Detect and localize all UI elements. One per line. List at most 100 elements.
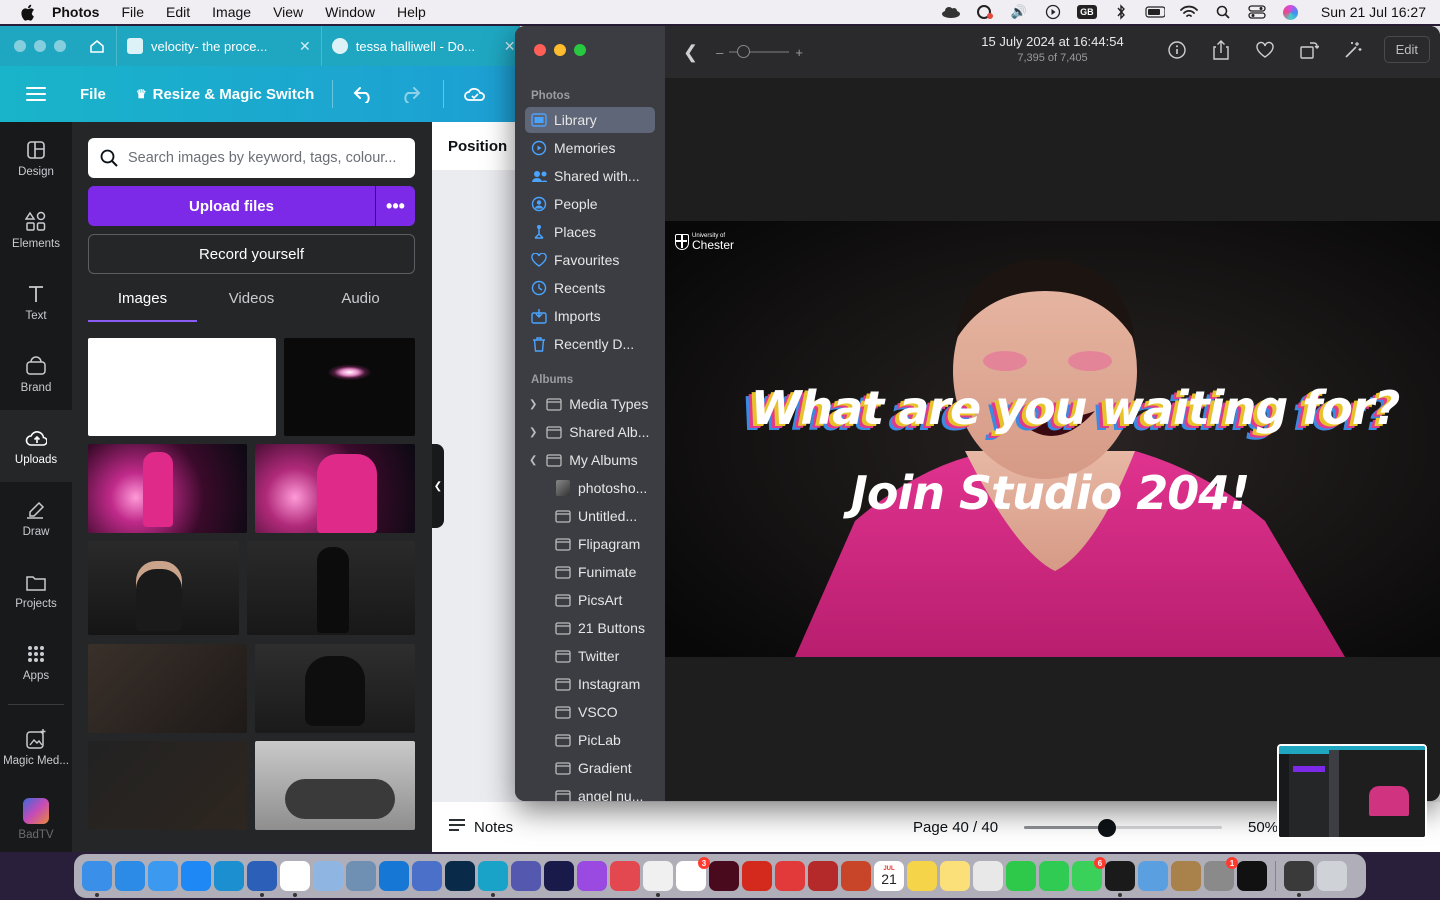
search-box[interactable]: Search images by keyword, tags, colour..…	[88, 138, 415, 178]
close-icon[interactable]: ✕	[504, 38, 516, 55]
photo-zoom-slider[interactable]: – +	[716, 45, 803, 60]
album-item[interactable]: Twitter	[549, 643, 659, 669]
dock-reminders-icon[interactable]: 3	[676, 857, 710, 891]
more-options-icon[interactable]: •••	[376, 186, 415, 226]
menu-image[interactable]: Image	[212, 4, 251, 20]
redo-icon[interactable]	[397, 81, 423, 107]
close-icon[interactable]: ✕	[299, 38, 311, 55]
siri-icon[interactable]	[1281, 4, 1301, 20]
menu-app-name[interactable]: Photos	[52, 4, 99, 20]
rotate-icon[interactable]	[1296, 37, 1322, 63]
dock-finder-icon[interactable]	[82, 861, 112, 897]
rail-text[interactable]: Text	[0, 266, 72, 338]
close-dot-icon[interactable]	[14, 40, 26, 52]
photo-image[interactable]: University of Chester What are you waiti…	[665, 221, 1440, 657]
collapse-panel-handle[interactable]: ❮	[432, 444, 444, 528]
dock-notes-icon[interactable]	[940, 861, 970, 891]
chevron-down-icon[interactable]: ❮	[529, 455, 540, 466]
dock-airmail-icon[interactable]	[775, 861, 805, 891]
share-icon[interactable]	[1208, 37, 1234, 63]
sidebar-item-imports[interactable]: Imports	[525, 303, 655, 329]
dock-system-settings-icon[interactable]: 1	[1204, 857, 1238, 891]
resize-button[interactable]: ♛ Resize & Magic Switch	[136, 86, 314, 103]
album-item[interactable]: Flipagram	[549, 531, 659, 557]
sidebar-item-places[interactable]: Places	[525, 219, 655, 245]
rail-design[interactable]: Design	[0, 122, 72, 194]
album-item[interactable]: Untitled...	[549, 503, 659, 529]
dock-screenshot-icon[interactable]	[1284, 861, 1314, 897]
undo-icon[interactable]	[351, 81, 377, 107]
page-indicator[interactable]: Page 40 / 40	[913, 819, 998, 836]
screenshot-thumbnail[interactable]	[1277, 744, 1427, 839]
minimize-button-icon[interactable]	[554, 44, 566, 56]
wifi-icon[interactable]	[1179, 4, 1199, 20]
play-icon[interactable]	[1043, 4, 1063, 20]
dock-facetime-icon[interactable]	[1006, 861, 1036, 891]
dock-app-store-icon[interactable]	[181, 861, 211, 891]
dock-archive-icon[interactable]	[1171, 861, 1201, 891]
album-item[interactable]: Funimate	[549, 559, 659, 585]
minimize-dot-icon[interactable]	[34, 40, 46, 52]
album-item[interactable]: Gradient	[549, 755, 659, 781]
upload-thumbnail[interactable]	[284, 338, 415, 436]
volume-icon[interactable]: 🔊	[1009, 4, 1029, 20]
dock-photos-icon[interactable]	[643, 861, 673, 897]
tab-tessa[interactable]: tessa halliwell - Do... ✕	[320, 26, 526, 66]
zoom-knob[interactable]	[737, 45, 751, 58]
edit-button[interactable]: Edit	[1383, 36, 1430, 63]
dock-sphere-icon[interactable]	[412, 861, 442, 891]
close-button-icon[interactable]	[534, 44, 546, 56]
dock-photoshop-icon[interactable]	[445, 861, 475, 891]
rail-uploads[interactable]: Uploads	[0, 410, 72, 482]
sidebar-item-shared-with-you[interactable]: Shared with...	[525, 163, 655, 189]
chevron-right-icon[interactable]: ❯	[529, 427, 540, 438]
dock-canva-icon[interactable]	[478, 861, 508, 897]
dock-teams-icon[interactable]	[511, 861, 541, 891]
rail-draw[interactable]: Draw	[0, 482, 72, 554]
sidebar-item-recently-deleted[interactable]: Recently D...	[525, 331, 655, 357]
sidebar-item-memories[interactable]: Memories	[525, 135, 655, 161]
upload-thumbnail[interactable]	[88, 444, 247, 533]
zoom-out-icon[interactable]: –	[716, 45, 723, 60]
dock-outlook-icon[interactable]	[379, 861, 409, 891]
rail-projects[interactable]: Projects	[0, 554, 72, 626]
upload-thumbnail[interactable]	[255, 444, 415, 533]
chevron-right-icon[interactable]: ❯	[529, 399, 540, 410]
sidebar-item-recents[interactable]: Recents	[525, 275, 655, 301]
apple-menu-icon[interactable]	[18, 3, 36, 21]
album-item[interactable]: Instagram	[549, 671, 659, 697]
album-item[interactable]: VSCO	[549, 699, 659, 725]
dock-podcasts-icon[interactable]	[577, 861, 607, 891]
dock-powerpoint-icon[interactable]	[841, 861, 871, 891]
rail-badtv[interactable]: BadTV	[0, 783, 72, 855]
rail-brand[interactable]: Brand	[0, 338, 72, 410]
creative-cloud-icon[interactable]	[975, 4, 995, 20]
zoom-button-icon[interactable]	[574, 44, 586, 56]
album-item[interactable]: 21 Buttons	[549, 615, 659, 641]
upload-thumbnail[interactable]	[255, 741, 415, 830]
upload-thumbnail[interactable]	[247, 541, 415, 635]
heart-icon[interactable]	[1252, 37, 1278, 63]
cloud-saved-icon[interactable]	[462, 81, 488, 107]
album-item[interactable]: angel nu...	[549, 783, 659, 801]
album-item[interactable]: PicsArt	[549, 587, 659, 613]
dock-safari-icon[interactable]	[115, 861, 145, 891]
upload-thumbnail[interactable]	[88, 338, 276, 436]
search-input[interactable]: Search images by keyword, tags, colour..…	[128, 150, 396, 166]
zoom-in-icon[interactable]: +	[795, 45, 803, 60]
tab-videos[interactable]: Videos	[197, 284, 306, 322]
menu-file[interactable]: File	[121, 4, 144, 20]
dock-preview-icon[interactable]	[313, 861, 343, 891]
menubar-clock[interactable]: Sun 21 Jul 16:27	[1321, 4, 1426, 20]
sidebar-item-people[interactable]: People	[525, 191, 655, 217]
back-icon[interactable]: ❮	[683, 42, 698, 63]
hamburger-menu-icon[interactable]	[26, 87, 46, 101]
upload-thumbnail[interactable]	[88, 541, 239, 635]
dock-spotify-icon[interactable]	[1105, 861, 1135, 897]
info-icon[interactable]	[1164, 37, 1190, 63]
dock-creative-cloud-icon[interactable]	[610, 861, 640, 891]
dock-whatsapp-icon[interactable]	[1039, 861, 1069, 891]
keyboard-layout-icon[interactable]: GB	[1077, 4, 1097, 20]
zoom-slider-knob[interactable]	[1098, 819, 1117, 837]
zoom-slider[interactable]	[1024, 819, 1222, 837]
